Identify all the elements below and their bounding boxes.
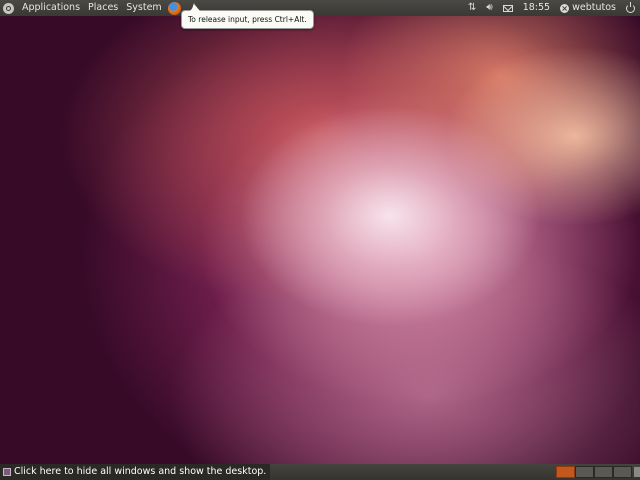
close-x-icon: × [560, 3, 570, 13]
power-icon [626, 1, 635, 13]
tooltip: To release input, press Ctrl+Alt. [181, 5, 314, 29]
main-menu: Applications Places System [0, 0, 181, 16]
workspace-1[interactable] [556, 466, 575, 478]
system-tray: ⇅ 🔊︎ 18:55 × webtutos [463, 0, 640, 16]
workspace-switcher [556, 466, 632, 478]
workspace-3[interactable] [594, 466, 613, 478]
show-desktop-icon [3, 468, 11, 476]
ubuntu-logo-icon[interactable] [3, 2, 14, 14]
top-panel: Applications Places System ⇅ 🔊︎ 18:55 × … [0, 0, 640, 16]
menu-system[interactable]: System [122, 0, 165, 16]
show-desktop-button[interactable]: Click here to hide all windows and show … [0, 464, 271, 480]
clock[interactable]: 18:55 [518, 0, 555, 16]
workspace-4[interactable] [613, 466, 632, 478]
firefox-icon[interactable] [167, 1, 181, 15]
user-session-menu[interactable]: × webtutos [555, 0, 621, 16]
workspace-2[interactable] [575, 466, 594, 478]
power-button[interactable] [621, 1, 640, 13]
network-arrows-icon[interactable]: ⇅ [463, 0, 481, 16]
menu-places[interactable]: Places [84, 0, 122, 16]
username-label: webtutos [572, 2, 616, 13]
envelope-icon [502, 4, 513, 12]
bottom-panel: Click here to hide all windows and show … [0, 464, 640, 480]
mail-indicator[interactable] [498, 4, 518, 12]
show-desktop-label: Click here to hide all windows and show … [14, 466, 267, 477]
menu-applications[interactable]: Applications [18, 0, 84, 16]
desktop-wallpaper[interactable] [0, 16, 640, 464]
trash-icon[interactable] [634, 467, 640, 477]
speaker-icon[interactable]: 🔊︎ [481, 0, 497, 16]
